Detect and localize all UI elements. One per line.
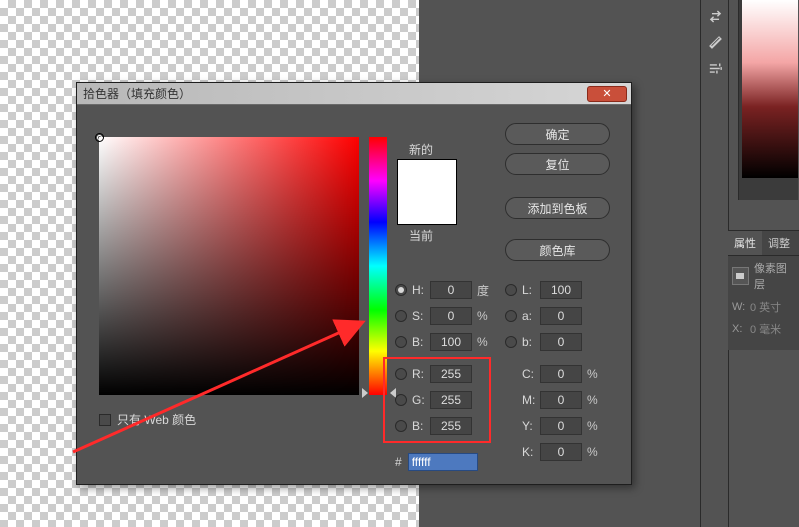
label-l: L: bbox=[522, 283, 540, 297]
input-brightness[interactable] bbox=[430, 333, 472, 351]
input-k[interactable] bbox=[540, 443, 582, 461]
close-button[interactable]: ✕ bbox=[587, 86, 627, 102]
tab-adjust[interactable]: 调整 bbox=[762, 231, 796, 255]
prop-x-value[interactable]: 0 毫米 bbox=[750, 321, 781, 337]
radio-l[interactable] bbox=[505, 284, 517, 296]
mini-color-panel bbox=[738, 0, 798, 200]
new-color-swatch[interactable] bbox=[398, 160, 456, 192]
input-m[interactable] bbox=[540, 391, 582, 409]
radio-g[interactable] bbox=[395, 394, 407, 406]
input-y[interactable] bbox=[540, 417, 582, 435]
label-s: S: bbox=[412, 309, 430, 323]
web-colors-row: 只有 Web 颜色 bbox=[99, 411, 196, 428]
preview-current-label: 当前 bbox=[409, 227, 433, 244]
label-r: R: bbox=[412, 367, 430, 381]
hex-hash-label: # bbox=[395, 455, 402, 469]
add-to-swatches-button[interactable]: 添加到色板 bbox=[505, 197, 610, 219]
input-l[interactable] bbox=[540, 281, 582, 299]
unit-c: % bbox=[587, 367, 601, 381]
panel-divider bbox=[700, 0, 701, 527]
radio-h[interactable] bbox=[395, 284, 407, 296]
ruler-icon[interactable] bbox=[705, 32, 725, 52]
reset-button[interactable]: 复位 bbox=[505, 153, 610, 175]
prop-row-x: X: 0 毫米 bbox=[728, 318, 799, 340]
label-a: a: bbox=[522, 309, 540, 323]
ok-button[interactable]: 确定 bbox=[505, 123, 610, 145]
color-libraries-button[interactable]: 颜色库 bbox=[505, 239, 610, 261]
input-c[interactable] bbox=[540, 365, 582, 383]
preview-new-label: 新的 bbox=[409, 141, 433, 158]
radio-b[interactable] bbox=[505, 336, 517, 348]
adjustments-icon[interactable] bbox=[705, 58, 725, 78]
label-h: H: bbox=[412, 283, 430, 297]
color-value-grid: H: 度 L: S: % bbox=[395, 277, 627, 465]
input-g[interactable] bbox=[430, 391, 472, 409]
hex-row: # bbox=[395, 453, 478, 471]
input-r[interactable] bbox=[430, 365, 472, 383]
dialog-titlebar[interactable]: 拾色器（填充颜色） ✕ bbox=[77, 83, 631, 105]
prop-row-width: W: 0 英寸 bbox=[728, 296, 799, 318]
radio-brightness[interactable] bbox=[395, 336, 407, 348]
unit-brightness: % bbox=[477, 335, 491, 349]
close-icon: ✕ bbox=[602, 87, 611, 100]
label-c: C: bbox=[522, 367, 540, 381]
color-picker-dialog: 拾色器（填充颜色） ✕ 新的 当前 确定 复位 添加到色板 颜色库 H: bbox=[76, 82, 632, 485]
radio-r[interactable] bbox=[395, 368, 407, 380]
prop-w-value[interactable]: 0 英寸 bbox=[750, 299, 781, 315]
input-h[interactable] bbox=[430, 281, 472, 299]
unit-y: % bbox=[587, 419, 601, 433]
dialog-title: 拾色器（填充颜色） bbox=[81, 85, 587, 102]
web-colors-label: 只有 Web 颜色 bbox=[117, 411, 196, 428]
prop-x-label: X: bbox=[732, 323, 750, 335]
unit-h: 度 bbox=[477, 282, 491, 299]
saturation-brightness-field[interactable] bbox=[99, 137, 359, 395]
input-blue[interactable] bbox=[430, 417, 472, 435]
label-k: K: bbox=[522, 445, 540, 459]
label-b: b: bbox=[522, 335, 540, 349]
mini-gradient-swatch[interactable] bbox=[742, 0, 798, 178]
layer-type-icon bbox=[732, 267, 749, 285]
color-preview-swatch bbox=[397, 159, 457, 225]
properties-panel: 属性 调整 像素图层 W: 0 英寸 X: 0 毫米 bbox=[728, 230, 799, 350]
input-hex[interactable] bbox=[408, 453, 478, 471]
color-picker-cursor[interactable] bbox=[95, 133, 104, 142]
prop-w-label: W: bbox=[732, 301, 750, 313]
unit-s: % bbox=[477, 309, 491, 323]
unit-k: % bbox=[587, 445, 601, 459]
label-g: G: bbox=[412, 393, 430, 407]
radio-s[interactable] bbox=[395, 310, 407, 322]
layer-type-label: 像素图层 bbox=[754, 260, 795, 292]
label-blue: B: bbox=[412, 419, 430, 433]
hue-slider[interactable] bbox=[369, 137, 387, 395]
tab-properties[interactable]: 属性 bbox=[728, 231, 762, 255]
radio-a[interactable] bbox=[505, 310, 517, 322]
input-b[interactable] bbox=[540, 333, 582, 351]
label-y: Y: bbox=[522, 419, 540, 433]
label-m: M: bbox=[522, 393, 540, 407]
current-color-swatch[interactable] bbox=[398, 192, 456, 224]
radio-blue[interactable] bbox=[395, 420, 407, 432]
swap-icon[interactable] bbox=[705, 6, 725, 26]
label-brightness: B: bbox=[412, 335, 430, 349]
input-a[interactable] bbox=[540, 307, 582, 325]
unit-m: % bbox=[587, 393, 601, 407]
web-colors-checkbox[interactable] bbox=[99, 414, 111, 426]
input-s[interactable] bbox=[430, 307, 472, 325]
